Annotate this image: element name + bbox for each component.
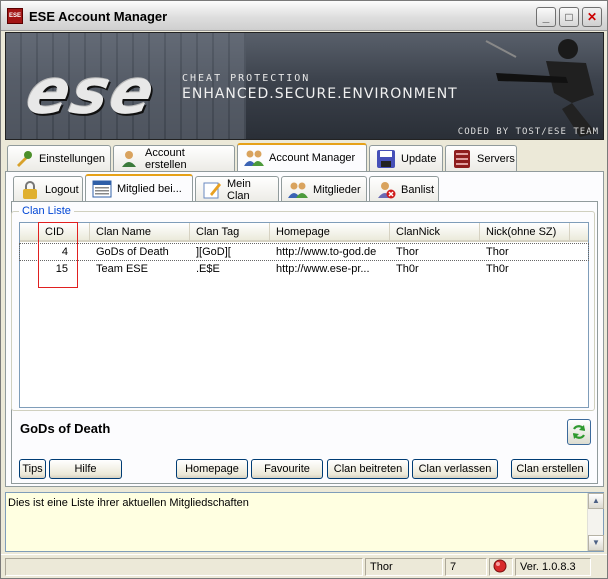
- server-icon: [454, 149, 470, 168]
- cell-clan-name: Team ESE: [96, 263, 148, 275]
- status-user: Thor: [365, 558, 443, 576]
- tab-logout[interactable]: Logout: [13, 176, 83, 202]
- column-header-homepage[interactable]: Homepage: [270, 223, 390, 242]
- users-icon: [244, 150, 264, 166]
- sub-tab-strip: Logout Mitglied bei... Mein Clan Mitglie…: [13, 174, 443, 202]
- floppy-icon: [377, 149, 395, 168]
- tips-button[interactable]: Tips: [19, 459, 46, 479]
- column-header-clan-name[interactable]: Clan Name: [90, 223, 190, 242]
- cell-homepage: http://www.to-god.de: [276, 246, 377, 258]
- column-header-nick[interactable]: Nick(ohne SZ): [480, 223, 570, 242]
- edit-icon: [203, 182, 221, 198]
- refresh-icon: [572, 425, 586, 439]
- scroll-down-icon[interactable]: ▼: [588, 535, 604, 551]
- cell-nick: Th0r: [486, 263, 509, 275]
- tab-label: Banlist: [401, 183, 435, 196]
- window-title: ESE Account Manager: [29, 9, 168, 24]
- column-header-clan-tag[interactable]: Clan Tag: [190, 223, 270, 242]
- soldier-figure: [485, 39, 596, 137]
- table-header: CID Clan Name Clan Tag Homepage ClanNick…: [20, 223, 588, 242]
- log-message: Dies ist eine Liste ihrer aktuellen Mitg…: [8, 497, 249, 509]
- column-header-cid[interactable]: CID: [20, 223, 90, 242]
- cell-clan-tag: ][GoD][: [196, 246, 231, 258]
- banner-title: ENHANCED.SECURE.ENVIRONMENT: [182, 86, 458, 102]
- cell-homepage: http://www.ese-pr...: [276, 263, 370, 275]
- main-tab-strip: Einstellungen Account erstellen Account …: [7, 143, 603, 171]
- app-logo-icon: ESE: [7, 8, 23, 24]
- tab-mitglied-bei[interactable]: Mitglied bei...: [85, 174, 193, 202]
- scroll-up-icon[interactable]: ▲: [588, 493, 604, 509]
- homepage-button[interactable]: Homepage: [176, 459, 248, 479]
- status-red-light-icon: [493, 559, 507, 573]
- table-row[interactable]: 4 GoDs of Death ][GoD][ http://www.to-go…: [19, 243, 589, 261]
- clan-list-label: Clan Liste: [19, 205, 74, 217]
- status-panel-main: [5, 558, 363, 576]
- cell-clannick: Thor: [396, 246, 419, 258]
- refresh-button[interactable]: [567, 419, 591, 445]
- tab-mein-clan[interactable]: Mein Clan: [195, 176, 279, 202]
- coder-credit: CODED BY TOST/ESE TEAM: [457, 127, 599, 137]
- selected-clan-name: GoDs of Death: [20, 421, 111, 436]
- tab-label: Mitglied bei...: [117, 183, 182, 195]
- tools-icon: [17, 150, 32, 167]
- minimize-button[interactable]: _: [536, 7, 556, 27]
- tab-account-manager[interactable]: Account Manager: [237, 143, 367, 171]
- banner-image: ese CHEAT PROTECTION ENHANCED.SECURE.ENV…: [5, 32, 604, 140]
- close-button[interactable]: ✕: [582, 7, 602, 27]
- hilfe-button[interactable]: Hilfe: [49, 459, 122, 479]
- tab-label: Account Manager: [269, 152, 356, 164]
- maximize-button[interactable]: □: [559, 7, 579, 27]
- status-bar: Thor 7 Ver. 1.0.8.3: [1, 554, 607, 578]
- tab-label: Einstellungen: [39, 152, 106, 165]
- tab-servers[interactable]: Servers: [445, 145, 517, 171]
- cell-cid: 15: [55, 263, 68, 275]
- log-textarea[interactable]: Dies ist eine Liste ihrer aktuellen Mitg…: [5, 492, 604, 552]
- status-indicator: [489, 558, 513, 576]
- cell-clannick: Th0r: [396, 263, 419, 275]
- cell-clan-tag: .E$E: [196, 263, 220, 275]
- tab-banlist[interactable]: Banlist: [369, 176, 439, 202]
- tab-einstellungen[interactable]: Einstellungen: [7, 145, 111, 171]
- tab-update[interactable]: Update: [369, 145, 443, 171]
- tab-label: Mitglieder: [313, 183, 361, 196]
- lock-icon: [23, 180, 37, 199]
- banner-subtitle: CHEAT PROTECTION: [182, 73, 311, 84]
- column-header-clannick[interactable]: ClanNick: [390, 223, 480, 242]
- clan-beitreten-button[interactable]: Clan beitreten: [327, 459, 409, 479]
- tab-label: Servers: [477, 152, 515, 165]
- list-icon: [92, 180, 112, 198]
- status-count: 7: [445, 558, 487, 576]
- status-version: Ver. 1.0.8.3: [515, 558, 591, 576]
- app-window: ESE ESE Account Manager _ □ ✕ ese CHEAT …: [0, 0, 608, 579]
- log-scrollbar[interactable]: ▲ ▼: [587, 493, 604, 551]
- tab-label: Update: [401, 152, 437, 165]
- tab-mitglieder[interactable]: Mitglieder: [281, 176, 367, 202]
- clan-erstellen-button[interactable]: Clan erstellen: [511, 459, 589, 479]
- ese-logo: ese: [20, 55, 163, 128]
- tab-label: Logout: [45, 183, 79, 196]
- tab-label: Account erstellen: [145, 146, 187, 171]
- title-bar: ESE ESE Account Manager _ □ ✕: [1, 1, 607, 31]
- clan-table[interactable]: CID Clan Name Clan Tag Homepage ClanNick…: [19, 222, 589, 408]
- cell-clan-name: GoDs of Death: [96, 246, 169, 258]
- ban-icon: [378, 181, 396, 198]
- tab-account-erstellen[interactable]: Account erstellen: [113, 145, 235, 171]
- clan-verlassen-button[interactable]: Clan verlassen: [412, 459, 498, 479]
- favourite-button[interactable]: Favourite: [251, 459, 323, 479]
- cell-cid: 4: [61, 246, 68, 258]
- user-add-icon: [122, 150, 136, 167]
- cell-nick: Thor: [486, 246, 509, 258]
- users-icon: [288, 182, 308, 198]
- tab-label: Mein Clan: [227, 177, 251, 202]
- table-row[interactable]: 15 Team ESE .E$E http://www.ese-pr... Th…: [20, 261, 588, 277]
